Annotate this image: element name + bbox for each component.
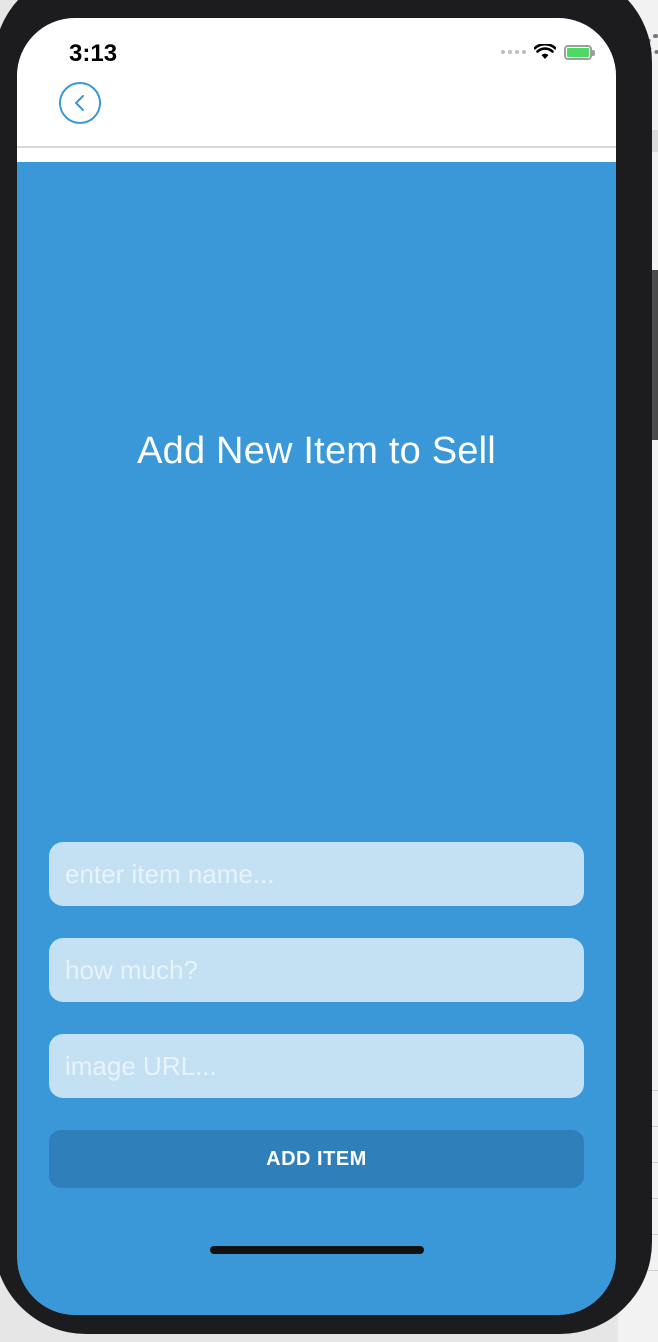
page-title: Add New Item to Sell (137, 430, 496, 472)
background-row (648, 1270, 658, 1306)
add-item-button[interactable]: ADD ITEM (49, 1130, 584, 1188)
back-button[interactable] (59, 82, 101, 124)
status-icons (501, 44, 595, 60)
status-time: 3:13 (69, 40, 118, 67)
cellular-signal-icon (501, 50, 526, 54)
chevron-left-icon (75, 95, 84, 111)
home-indicator (210, 1246, 424, 1254)
header-divider (17, 148, 616, 162)
price-input[interactable] (49, 938, 584, 1002)
image-url-input[interactable] (49, 1034, 584, 1098)
battery-icon (564, 44, 595, 60)
navigation-header: 3:13 (17, 18, 616, 148)
phone-screen: 3:13 Add New Item to Sell enter item nam… (17, 18, 616, 1315)
item-name-input[interactable] (49, 842, 584, 906)
phone-frame: 3:13 Add New Item to Sell enter item nam… (0, 0, 652, 1334)
wifi-icon (534, 44, 556, 59)
desktop-background: 3:13 Add New Item to Sell enter item nam… (0, 0, 658, 1342)
